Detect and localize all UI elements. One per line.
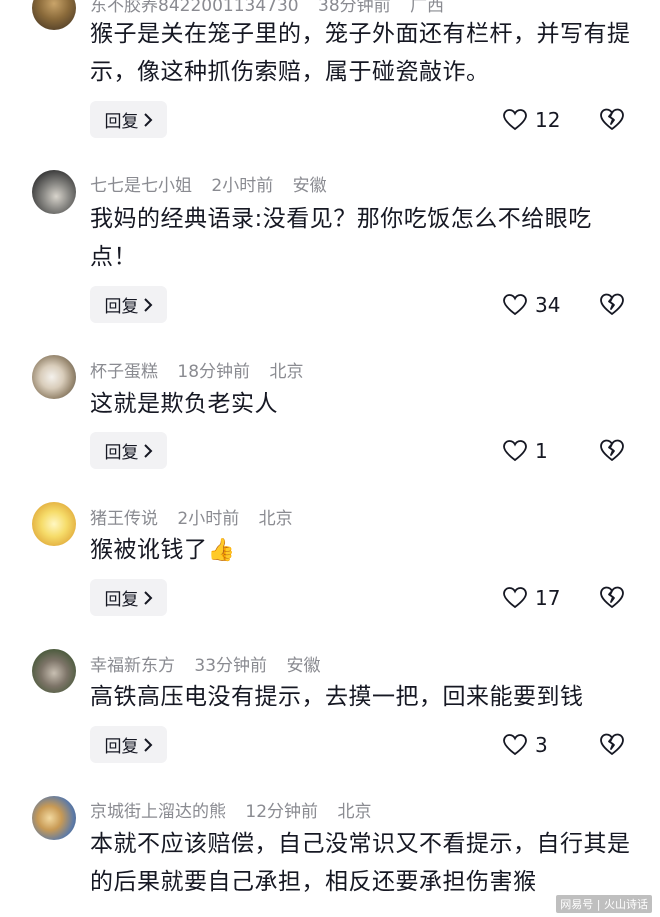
chevron-right-icon	[143, 590, 152, 605]
comment-time: 2小时前	[211, 176, 274, 196]
username[interactable]: 杯子蛋糕	[90, 362, 158, 382]
reply-button[interactable]: 回复	[90, 101, 167, 138]
like-button[interactable]: 12	[503, 108, 560, 132]
comment-location: 广西	[410, 0, 445, 16]
reply-button[interactable]: 回复	[90, 579, 167, 616]
broken-heart-icon[interactable]	[599, 107, 625, 131]
avatar[interactable]	[32, 502, 76, 546]
reply-button[interactable]: 回复	[90, 286, 167, 323]
watermark: 网易号 | 火山诗话	[556, 895, 652, 913]
like-count: 34	[535, 293, 561, 317]
chevron-right-icon	[143, 112, 152, 127]
username[interactable]: 东不胶养8422001134730	[90, 0, 299, 16]
comment-meta: 幸福新东方 33分钟前 安徽	[90, 651, 334, 676]
comment-time: 33分钟前	[194, 656, 268, 676]
chevron-right-icon	[143, 297, 152, 312]
reply-button[interactable]: 回复	[90, 726, 167, 763]
username[interactable]: 七七是七小姐	[90, 176, 192, 196]
heart-icon	[503, 294, 527, 316]
comment-text: 高铁高压电没有提示，去摸一把，回来能要到钱	[90, 684, 584, 710]
thumbs-up-emoji: 👍	[207, 538, 236, 563]
heart-icon	[503, 734, 527, 756]
comment-meta: 东不胶养8422001134730 38分钟前 广西	[90, 0, 458, 16]
comment-time: 38分钟前	[318, 0, 391, 16]
comment-text: 我妈的经典语录:没看见？那你吃饭怎么不给眼吃点！	[90, 206, 592, 270]
reply-label: 回复	[104, 297, 139, 317]
comment-time: 12分钟前	[245, 802, 319, 822]
comment-text: 猴被讹钱了👍	[90, 531, 635, 570]
comment-text: 猴子是关在笼子里的，笼子外面还有栏杆，并写有提示，像这种抓伤索赔，属于碰瓷敲诈。	[90, 21, 631, 85]
reply-label: 回复	[104, 737, 139, 757]
like-button[interactable]: 3	[503, 733, 548, 757]
reply-label: 回复	[104, 590, 139, 610]
comment-location: 安徽	[292, 176, 327, 196]
like-button[interactable]: 1	[503, 439, 548, 463]
like-button[interactable]: 34	[503, 293, 560, 317]
chevron-right-icon	[143, 737, 152, 752]
username[interactable]: 幸福新东方	[90, 656, 175, 676]
username[interactable]: 猪王传说	[90, 509, 158, 529]
comment-meta: 猪王传说 2小时前 北京	[90, 504, 307, 529]
like-button[interactable]: 17	[503, 586, 560, 610]
comment-text-body: 猴被讹钱了	[90, 537, 208, 563]
like-count: 12	[535, 108, 561, 132]
reply-label: 回复	[104, 443, 139, 463]
like-count: 3	[535, 733, 548, 757]
reply-button[interactable]: 回复	[90, 432, 167, 469]
comment-meta: 七七是七小姐 2小时前 安徽	[90, 171, 341, 196]
chevron-right-icon	[143, 443, 152, 458]
broken-heart-icon[interactable]	[599, 438, 625, 462]
broken-heart-icon[interactable]	[599, 732, 625, 756]
comment-text: 这就是欺负老实人	[90, 391, 278, 417]
avatar[interactable]	[32, 649, 76, 693]
like-count: 17	[535, 586, 561, 610]
heart-icon	[503, 440, 527, 462]
comment-time: 18分钟前	[177, 362, 251, 382]
avatar[interactable]	[32, 170, 76, 214]
comment-text: 本就不应该赔偿，自己没常识又不看提示，自行其是的后果就要自己承担，相反还要承担伤…	[90, 831, 631, 895]
like-count: 1	[535, 439, 548, 463]
avatar[interactable]	[32, 0, 76, 30]
username[interactable]: 京城街上溜达的熊	[90, 802, 226, 822]
broken-heart-icon[interactable]	[599, 585, 625, 609]
comment-meta: 杯子蛋糕 18分钟前 北京	[90, 357, 317, 382]
comment-location: 北京	[258, 509, 293, 529]
reply-label: 回复	[104, 112, 139, 132]
comment-meta: 京城街上溜达的熊 12分钟前 北京	[90, 797, 385, 822]
avatar[interactable]	[32, 355, 76, 399]
comment-location: 安徽	[286, 656, 321, 676]
avatar[interactable]	[32, 796, 76, 840]
comment-location: 北京	[337, 802, 372, 822]
comment-time: 2小时前	[177, 509, 240, 529]
heart-icon	[503, 587, 527, 609]
comment-location: 北京	[269, 362, 304, 382]
heart-icon	[503, 109, 527, 131]
broken-heart-icon[interactable]	[599, 292, 625, 316]
